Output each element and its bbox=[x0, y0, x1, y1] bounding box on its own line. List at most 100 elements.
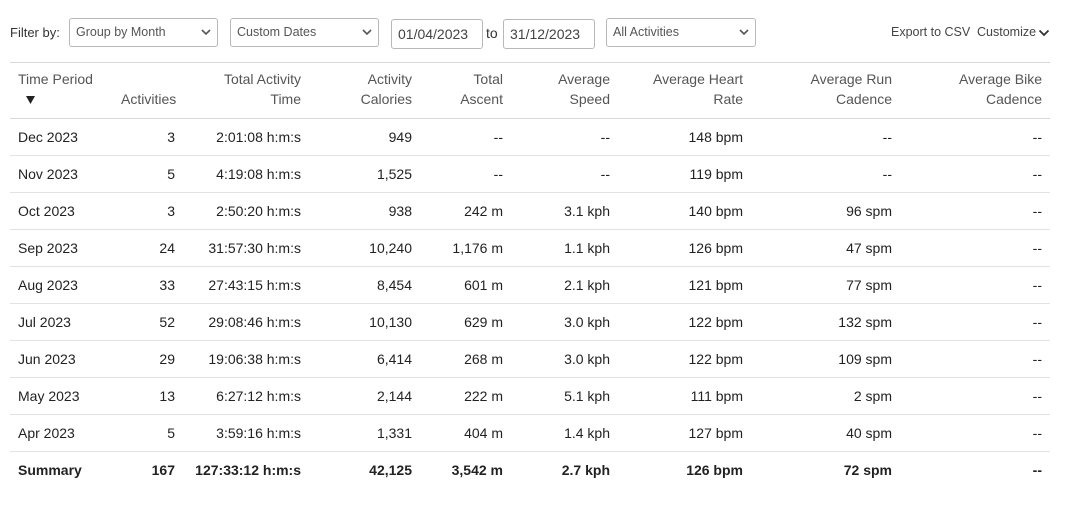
cell-total-ascent: 404 m bbox=[420, 414, 511, 452]
cell-average-speed: 3.0 kph bbox=[511, 340, 618, 378]
col-average-heart-rate-line2: Rate bbox=[713, 91, 743, 107]
cell-activity-calories: 2,144 bbox=[309, 377, 420, 415]
cell-average-bike-cadence: -- bbox=[900, 155, 1050, 193]
cell-time-period: May 2023 bbox=[10, 377, 113, 415]
col-activity-calories-line1: Activity bbox=[367, 71, 412, 87]
col-total-activity-time-line2: Time bbox=[270, 91, 301, 107]
cell-average-run-cadence: 109 spm bbox=[751, 340, 900, 378]
customize-button[interactable]: Customize bbox=[977, 25, 1050, 39]
col-average-run-cadence[interactable]: Average Run Cadence bbox=[751, 62, 900, 119]
cell-average-bike-cadence: -- bbox=[900, 118, 1050, 156]
export-csv-link[interactable]: Export to CSV bbox=[891, 25, 970, 39]
chevron-down-icon bbox=[1038, 29, 1050, 36]
col-average-run-cadence-line1: Average Run bbox=[810, 71, 892, 87]
activity-report-table: Time Period Activities Total Activity Ti… bbox=[10, 62, 1050, 489]
group-by-value: Group by Month bbox=[76, 25, 166, 39]
cell-activities: 167 bbox=[151, 462, 175, 479]
cell-activity-calories: 8,454 bbox=[309, 266, 420, 304]
cell-activity-calories: 1,525 bbox=[309, 155, 420, 193]
col-total-activity-time-line1: Total Activity bbox=[223, 71, 301, 87]
cell-average-heart-rate: 127 bpm bbox=[618, 414, 751, 452]
cell-total-activity-time: 27:43:15 h:m:s bbox=[183, 266, 309, 304]
cell-average-speed: -- bbox=[511, 155, 618, 193]
cell-average-bike-cadence: -- bbox=[1032, 462, 1042, 479]
col-time-period[interactable]: Time Period bbox=[10, 62, 113, 119]
cell-total-activity-time: 127:33:12 h:m:s bbox=[195, 462, 301, 479]
cell-activities: 5 bbox=[113, 155, 183, 193]
table-header-row: Time Period Activities Total Activity Ti… bbox=[10, 62, 1050, 119]
cell-activity-calories: 10,130 bbox=[309, 303, 420, 341]
cell-average-run-cadence: 40 spm bbox=[751, 414, 900, 452]
chevron-down-icon bbox=[362, 29, 372, 36]
cell-average-speed: 3.1 kph bbox=[511, 192, 618, 230]
cell-average-speed: 2.1 kph bbox=[511, 266, 618, 304]
cell-total-ascent: -- bbox=[420, 118, 511, 156]
cell-average-run-cadence: 96 spm bbox=[751, 192, 900, 230]
cell-total-activity-time: 29:08:46 h:m:s bbox=[183, 303, 309, 341]
cell-total-ascent: 3,542 m bbox=[451, 462, 503, 479]
cell-average-run-cadence: 47 spm bbox=[751, 229, 900, 267]
cell-average-run-cadence: -- bbox=[751, 118, 900, 156]
table-row: Oct 2023 3 2:50:20 h:m:s 938 242 m 3.1 k… bbox=[10, 192, 1050, 230]
filter-bar: Filter by: Group by Month Custom Dates 0… bbox=[0, 0, 1070, 62]
cell-total-activity-time: 4:19:08 h:m:s bbox=[183, 155, 309, 193]
cell-activities: 52 bbox=[113, 303, 183, 341]
sort-desc-icon bbox=[26, 96, 35, 104]
col-average-bike-cadence-line2: Cadence bbox=[985, 91, 1042, 107]
cell-average-speed: -- bbox=[511, 118, 618, 156]
cell-total-activity-time: 19:06:38 h:m:s bbox=[183, 340, 309, 378]
group-by-select[interactable]: Group by Month bbox=[69, 18, 218, 47]
cell-average-speed: 1.4 kph bbox=[511, 414, 618, 452]
activity-type-select[interactable]: All Activities bbox=[606, 18, 756, 47]
col-average-speed-line1: Average bbox=[558, 71, 610, 87]
cell-average-heart-rate: 122 bpm bbox=[618, 303, 751, 341]
cell-activity-calories: 938 bbox=[309, 192, 420, 230]
end-date-input[interactable]: 31/12/2023 bbox=[503, 19, 595, 49]
cell-total-activity-time: 2:50:20 h:m:s bbox=[183, 192, 309, 230]
col-average-bike-cadence[interactable]: Average Bike Cadence bbox=[900, 62, 1050, 119]
date-range-select[interactable]: Custom Dates bbox=[230, 18, 379, 47]
cell-total-ascent: 1,176 m bbox=[420, 229, 511, 267]
col-average-speed[interactable]: Average Speed bbox=[511, 62, 618, 119]
cell-activity-calories: 6,414 bbox=[309, 340, 420, 378]
col-total-ascent-line2: Ascent bbox=[460, 91, 503, 107]
cell-total-ascent: 222 m bbox=[420, 377, 511, 415]
table-row: Apr 2023 5 3:59:16 h:m:s 1,331 404 m 1.4… bbox=[10, 414, 1050, 452]
cell-activities: 24 bbox=[113, 229, 183, 267]
cell-average-run-cadence: 2 spm bbox=[751, 377, 900, 415]
filter-label: Filter by: bbox=[10, 25, 60, 40]
cell-total-ascent: 242 m bbox=[420, 192, 511, 230]
cell-average-run-cadence: 72 spm bbox=[843, 462, 892, 479]
cell-average-heart-rate: 126 bpm bbox=[686, 462, 743, 479]
table-row: Jul 2023 52 29:08:46 h:m:s 10,130 629 m … bbox=[10, 303, 1050, 341]
table-row: Aug 2023 33 27:43:15 h:m:s 8,454 601 m 2… bbox=[10, 266, 1050, 304]
summary-row: Summary 167 127:33:12 h:m:s 42,125 3,542… bbox=[10, 452, 1050, 489]
cell-activity-calories: 10,240 bbox=[309, 229, 420, 267]
cell-average-speed: 2.7 kph bbox=[561, 462, 610, 479]
cell-total-activity-time: 6:27:12 h:m:s bbox=[183, 377, 309, 415]
col-activities[interactable]: Activities bbox=[113, 62, 183, 119]
cell-average-bike-cadence: -- bbox=[900, 414, 1050, 452]
cell-average-speed: 1.1 kph bbox=[511, 229, 618, 267]
cell-time-period: Oct 2023 bbox=[10, 192, 113, 230]
cell-average-heart-rate: 121 bpm bbox=[618, 266, 751, 304]
col-average-heart-rate[interactable]: Average Heart Rate bbox=[618, 62, 751, 119]
col-total-activity-time[interactable]: Total Activity Time bbox=[183, 62, 309, 119]
cell-total-activity-time: 2:01:08 h:m:s bbox=[183, 118, 309, 156]
cell-activities: 5 bbox=[113, 414, 183, 452]
cell-time-period: Jul 2023 bbox=[10, 303, 113, 341]
cell-average-bike-cadence: -- bbox=[900, 192, 1050, 230]
cell-average-heart-rate: 148 bpm bbox=[618, 118, 751, 156]
cell-average-run-cadence: -- bbox=[751, 155, 900, 193]
col-total-ascent[interactable]: Total Ascent bbox=[420, 62, 511, 119]
chevron-down-icon bbox=[739, 29, 749, 36]
cell-activity-calories: 1,331 bbox=[309, 414, 420, 452]
cell-time-period: Dec 2023 bbox=[10, 118, 113, 156]
start-date-input[interactable]: 01/04/2023 bbox=[391, 19, 483, 49]
table-row: May 2023 13 6:27:12 h:m:s 2,144 222 m 5.… bbox=[10, 377, 1050, 415]
cell-total-ascent: 268 m bbox=[420, 340, 511, 378]
table-row: Sep 2023 24 31:57:30 h:m:s 10,240 1,176 … bbox=[10, 229, 1050, 267]
col-activities-line1 bbox=[121, 69, 175, 89]
col-activity-calories[interactable]: Activity Calories bbox=[309, 62, 420, 119]
cell-activities: 33 bbox=[113, 266, 183, 304]
